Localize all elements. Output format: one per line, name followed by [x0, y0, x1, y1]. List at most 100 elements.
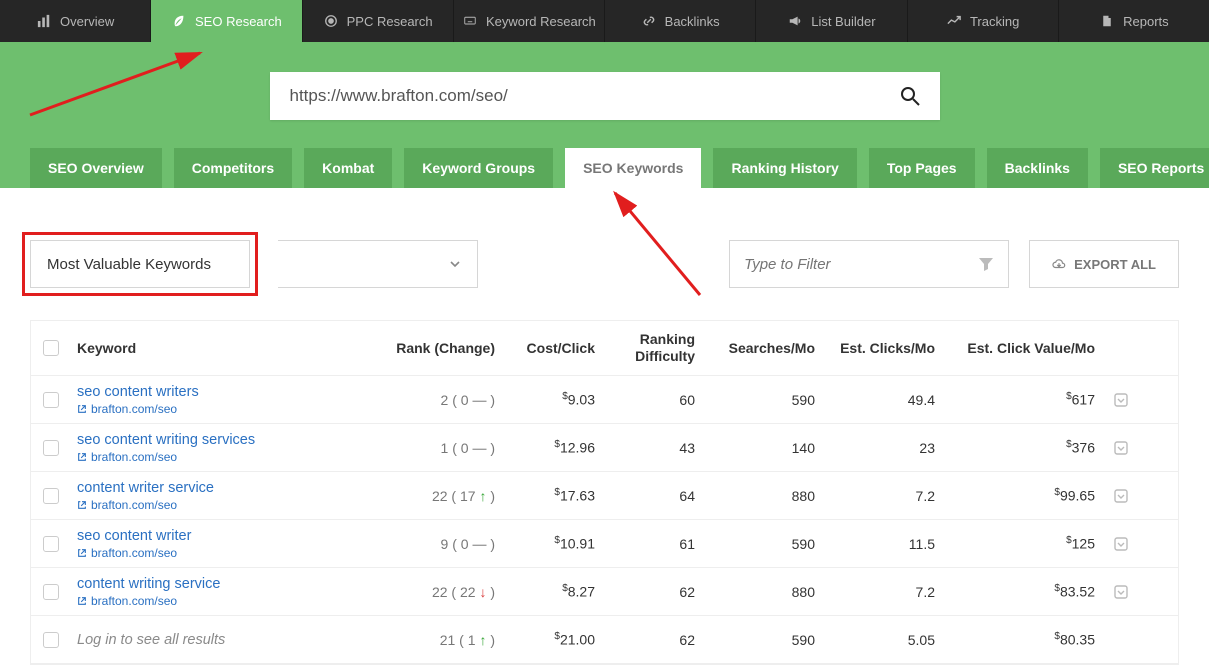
- col-searches[interactable]: Searches/Mo: [701, 340, 821, 356]
- row-checkbox[interactable]: [43, 392, 59, 408]
- cell-searches: 590: [701, 632, 821, 648]
- col-keyword[interactable]: Keyword: [71, 340, 381, 356]
- dropdown-selected: Most Valuable Keywords: [47, 256, 211, 273]
- subtab-label: Competitors: [192, 160, 274, 176]
- subtab-seo-keywords[interactable]: SEO Keywords: [565, 148, 701, 188]
- tab-keyword-research[interactable]: Keyword Research: [454, 0, 605, 42]
- cell-cpc: $9.03: [501, 391, 601, 408]
- subtab-seo-reports[interactable]: SEO Reports: [1100, 148, 1209, 188]
- table-row: seo content writers brafton.com/seo 2 ( …: [31, 376, 1178, 424]
- cell-clicks: 5.05: [821, 632, 941, 648]
- login-label: Log in to see all results: [77, 632, 375, 648]
- col-rank[interactable]: Rank (Change): [381, 340, 501, 356]
- cell-difficulty: 43: [601, 440, 701, 456]
- tab-label: Keyword Research: [486, 14, 596, 29]
- tab-label: Tracking: [970, 14, 1019, 29]
- cell-clicks: 7.2: [821, 584, 941, 600]
- trend-icon: [946, 13, 962, 29]
- file-icon: [1099, 13, 1115, 29]
- filter-icon[interactable]: [978, 256, 994, 272]
- external-link-icon: [77, 548, 87, 558]
- row-menu-icon[interactable]: [1101, 585, 1141, 599]
- subtab-label: SEO Reports: [1118, 160, 1204, 176]
- tab-reports[interactable]: Reports: [1059, 0, 1209, 42]
- col-clickvalue[interactable]: Est. Click Value/Mo: [941, 340, 1101, 356]
- keyword-link[interactable]: seo content writers: [77, 384, 375, 400]
- cell-rank: 9 ( 0 — ): [381, 536, 501, 552]
- subtab-kombat[interactable]: Kombat: [304, 148, 392, 188]
- login-row[interactable]: Log in to see all results 21 ( 1 ↑ ) $21…: [31, 616, 1178, 664]
- subtab-label: Backlinks: [1005, 160, 1070, 176]
- row-checkbox[interactable]: [43, 440, 59, 456]
- filter-box[interactable]: [729, 240, 1009, 288]
- cell-clickvalue: $80.35: [941, 631, 1101, 648]
- table-row: content writing service brafton.com/seo …: [31, 568, 1178, 616]
- tab-seo-research[interactable]: SEO Research: [151, 0, 302, 42]
- export-all-button[interactable]: EXPORT ALL: [1029, 240, 1179, 288]
- keyword-url[interactable]: brafton.com/seo: [77, 498, 375, 512]
- subtab-label: SEO Overview: [48, 160, 144, 176]
- tab-list-builder[interactable]: List Builder: [756, 0, 907, 42]
- row-menu-icon[interactable]: [1101, 441, 1141, 455]
- tab-tracking[interactable]: Tracking: [908, 0, 1059, 42]
- table-row: seo content writer brafton.com/seo 9 ( 0…: [31, 520, 1178, 568]
- domain-search[interactable]: [270, 72, 940, 120]
- cell-clickvalue: $99.65: [941, 487, 1101, 504]
- chart-icon: [36, 13, 52, 29]
- subtab-label: Kombat: [322, 160, 374, 176]
- controls-row: Most Valuable Keywords EXPORT ALL: [0, 188, 1209, 320]
- keyword-link[interactable]: content writing service: [77, 576, 375, 592]
- tab-ppc-research[interactable]: PPC Research: [303, 0, 454, 42]
- select-all-checkbox[interactable]: [43, 340, 59, 356]
- subtab-label: Keyword Groups: [422, 160, 535, 176]
- tab-label: List Builder: [811, 14, 875, 29]
- tab-backlinks[interactable]: Backlinks: [605, 0, 756, 42]
- subtab-backlinks[interactable]: Backlinks: [987, 148, 1088, 188]
- keyword-url[interactable]: brafton.com/seo: [77, 594, 375, 608]
- megaphone-icon: [787, 13, 803, 29]
- row-menu-icon[interactable]: [1101, 393, 1141, 407]
- col-cpc[interactable]: Cost/Click: [501, 340, 601, 356]
- col-clicks[interactable]: Est. Clicks/Mo: [821, 340, 941, 356]
- search-input[interactable]: [290, 86, 900, 106]
- cell-rank: 21 ( 1 ↑ ): [381, 632, 501, 648]
- cell-clickvalue: $83.52: [941, 583, 1101, 600]
- col-difficulty[interactable]: Ranking Difficulty: [601, 331, 701, 365]
- seo-subtabs: SEO Overview Competitors Kombat Keyword …: [0, 120, 1209, 188]
- keyword-link[interactable]: content writer service: [77, 480, 375, 496]
- tab-label: PPC Research: [347, 14, 433, 29]
- tab-label: SEO Research: [195, 14, 282, 29]
- cell-searches: 140: [701, 440, 821, 456]
- subtab-top-pages[interactable]: Top Pages: [869, 148, 975, 188]
- cell-difficulty: 62: [601, 632, 701, 648]
- filter-input[interactable]: [744, 256, 968, 273]
- tab-overview[interactable]: Overview: [0, 0, 151, 42]
- cell-clickvalue: $125: [941, 535, 1101, 552]
- row-menu-icon[interactable]: [1101, 489, 1141, 503]
- row-checkbox[interactable]: [43, 536, 59, 552]
- row-menu-icon[interactable]: [1101, 537, 1141, 551]
- row-checkbox[interactable]: [43, 584, 59, 600]
- search-icon[interactable]: [900, 86, 920, 106]
- keyword-link[interactable]: seo content writer: [77, 528, 375, 544]
- keyword-url[interactable]: brafton.com/seo: [77, 450, 375, 464]
- link-icon: [641, 13, 657, 29]
- row-checkbox[interactable]: [43, 632, 59, 648]
- keyword-url[interactable]: brafton.com/seo: [77, 402, 375, 416]
- sort-dropdown[interactable]: Most Valuable Keywords: [30, 240, 250, 288]
- sort-dropdown-extension[interactable]: [278, 240, 478, 288]
- subtab-seo-overview[interactable]: SEO Overview: [30, 148, 162, 188]
- cell-cpc: $17.63: [501, 487, 601, 504]
- keyword-url[interactable]: brafton.com/seo: [77, 546, 375, 560]
- keyword-link[interactable]: seo content writing services: [77, 432, 375, 448]
- row-checkbox[interactable]: [43, 488, 59, 504]
- export-label: EXPORT ALL: [1074, 257, 1156, 272]
- cell-cpc: $8.27: [501, 583, 601, 600]
- external-link-icon: [77, 404, 87, 414]
- cell-clickvalue: $376: [941, 439, 1101, 456]
- cell-rank: 22 ( 22 ↓ ): [381, 584, 501, 600]
- subtab-competitors[interactable]: Competitors: [174, 148, 292, 188]
- cell-searches: 880: [701, 584, 821, 600]
- subtab-keyword-groups[interactable]: Keyword Groups: [404, 148, 553, 188]
- subtab-ranking-history[interactable]: Ranking History: [713, 148, 856, 188]
